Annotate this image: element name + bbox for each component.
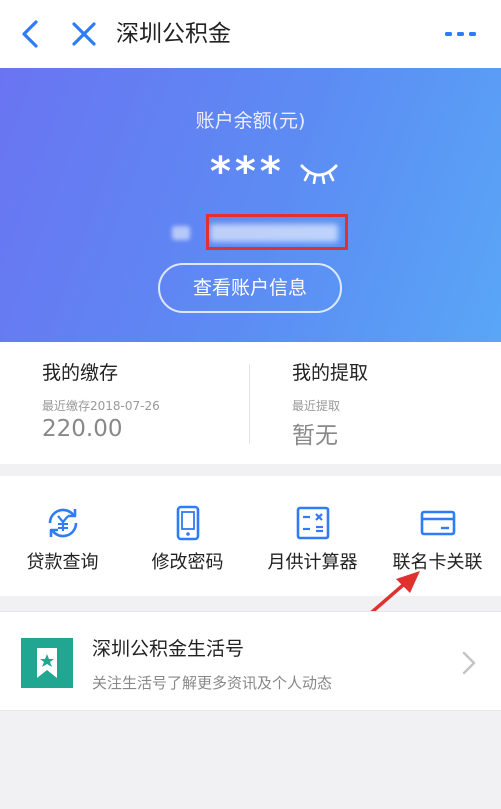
- deposit-title: 我的缴存: [42, 362, 119, 384]
- bank-card-icon: [420, 510, 456, 536]
- withdraw-title: 我的提取: [292, 362, 369, 384]
- action-loan-query[interactable]: 贷款查询: [0, 476, 125, 596]
- action-label: 贷款查询: [26, 552, 99, 573]
- account-info-button[interactable]: 查看账户信息: [158, 263, 342, 313]
- balance-panel: 账户余额(元) *** 查看账户信息: [0, 68, 501, 342]
- eye-closed-icon[interactable]: [298, 160, 340, 184]
- action-label: 修改密码: [151, 552, 224, 573]
- bookmark-star-icon: [21, 638, 73, 688]
- deposit-subtitle: 最近缴存2018-07-26: [42, 399, 160, 413]
- balance-label: 账户余额(元): [195, 110, 306, 132]
- withdraw-value: 暂无: [292, 423, 338, 449]
- phone-icon: [176, 505, 200, 541]
- account-number-redacted: [170, 214, 350, 250]
- service-title: 深圳公积金生活号: [92, 638, 245, 660]
- highlight-box: [206, 214, 348, 250]
- yen-refresh-icon: [48, 508, 78, 538]
- service-description: 关注生活号了解更多资讯及个人动态: [92, 674, 333, 692]
- more-horizontal-icon[interactable]: [443, 22, 479, 46]
- close-icon[interactable]: [66, 14, 102, 54]
- chevron-left-icon[interactable]: [14, 14, 50, 54]
- page-title: 深圳公积金: [116, 21, 231, 47]
- my-withdraw[interactable]: 我的提取 最近提取 暂无: [250, 342, 500, 464]
- withdraw-subtitle: 最近提取: [292, 399, 341, 413]
- calculator-icon: [296, 506, 330, 540]
- action-change-password[interactable]: 修改密码: [125, 476, 250, 596]
- redacted-text: [172, 226, 190, 240]
- deposit-value: 220.00: [42, 416, 123, 442]
- balance-value-masked: ***: [210, 149, 285, 195]
- chevron-right-icon: [462, 651, 476, 675]
- my-deposit[interactable]: 我的缴存 最近缴存2018-07-26 220.00: [0, 342, 250, 464]
- service-account-card[interactable]: 深圳公积金生活号 关注生活号了解更多资讯及个人动态: [0, 611, 501, 711]
- nav-bar: 深圳公积金: [0, 0, 501, 68]
- stats-panel: 我的缴存 最近缴存2018-07-26 220.00 我的提取 最近提取 暂无: [0, 342, 501, 464]
